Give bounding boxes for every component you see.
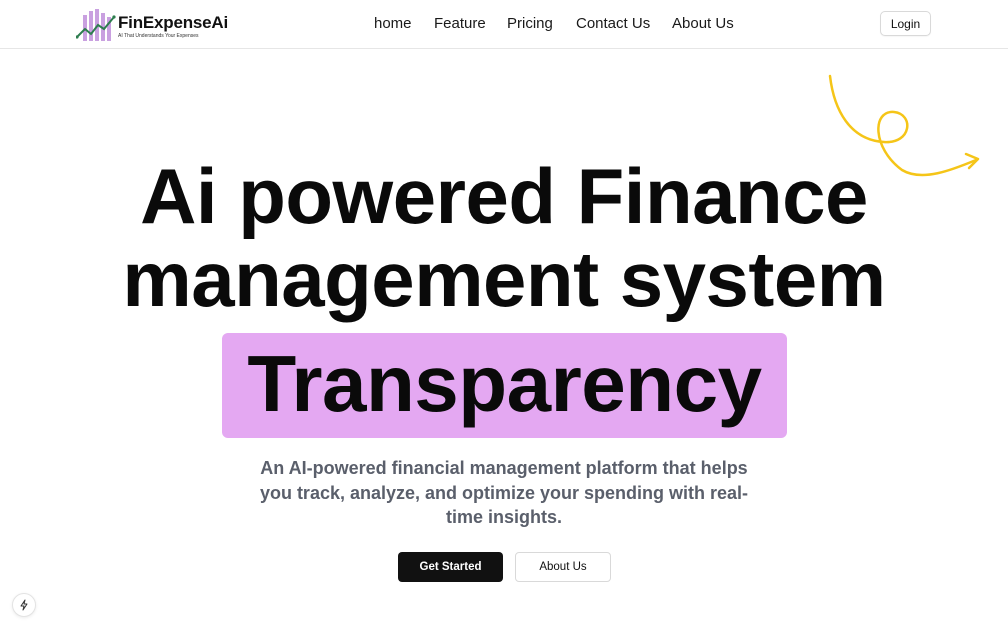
hero-subtitle: An AI-powered financial management platf… — [259, 458, 749, 527]
dev-tools-badge[interactable] — [12, 593, 36, 617]
chart-bars-trend-icon — [76, 9, 116, 41]
landing-page: FinExpenseAi AI That Understands Your Ex… — [0, 0, 1008, 626]
site-header: FinExpenseAi AI That Understands Your Ex… — [0, 0, 1008, 49]
brand-name: FinExpenseAi — [118, 13, 229, 32]
hero-title-line2: management system — [122, 235, 886, 323]
hero-highlight-word: Transparency — [247, 339, 762, 428]
nav-about-us[interactable]: About Us — [672, 15, 734, 32]
brand-tagline: AI That Understands Your Expenses — [118, 33, 199, 39]
nav-pricing[interactable]: Pricing — [507, 15, 553, 32]
nav-feature[interactable]: Feature — [434, 15, 486, 32]
hero-title-line1: Ai powered Finance — [140, 152, 868, 240]
about-us-button[interactable]: About Us — [515, 552, 611, 582]
get-started-button[interactable]: Get Started — [398, 552, 503, 582]
nav-contact-us[interactable]: Contact Us — [576, 15, 650, 32]
nav-home[interactable]: home — [374, 15, 412, 32]
lightning-icon — [20, 599, 28, 611]
login-button[interactable]: Login — [880, 11, 931, 36]
